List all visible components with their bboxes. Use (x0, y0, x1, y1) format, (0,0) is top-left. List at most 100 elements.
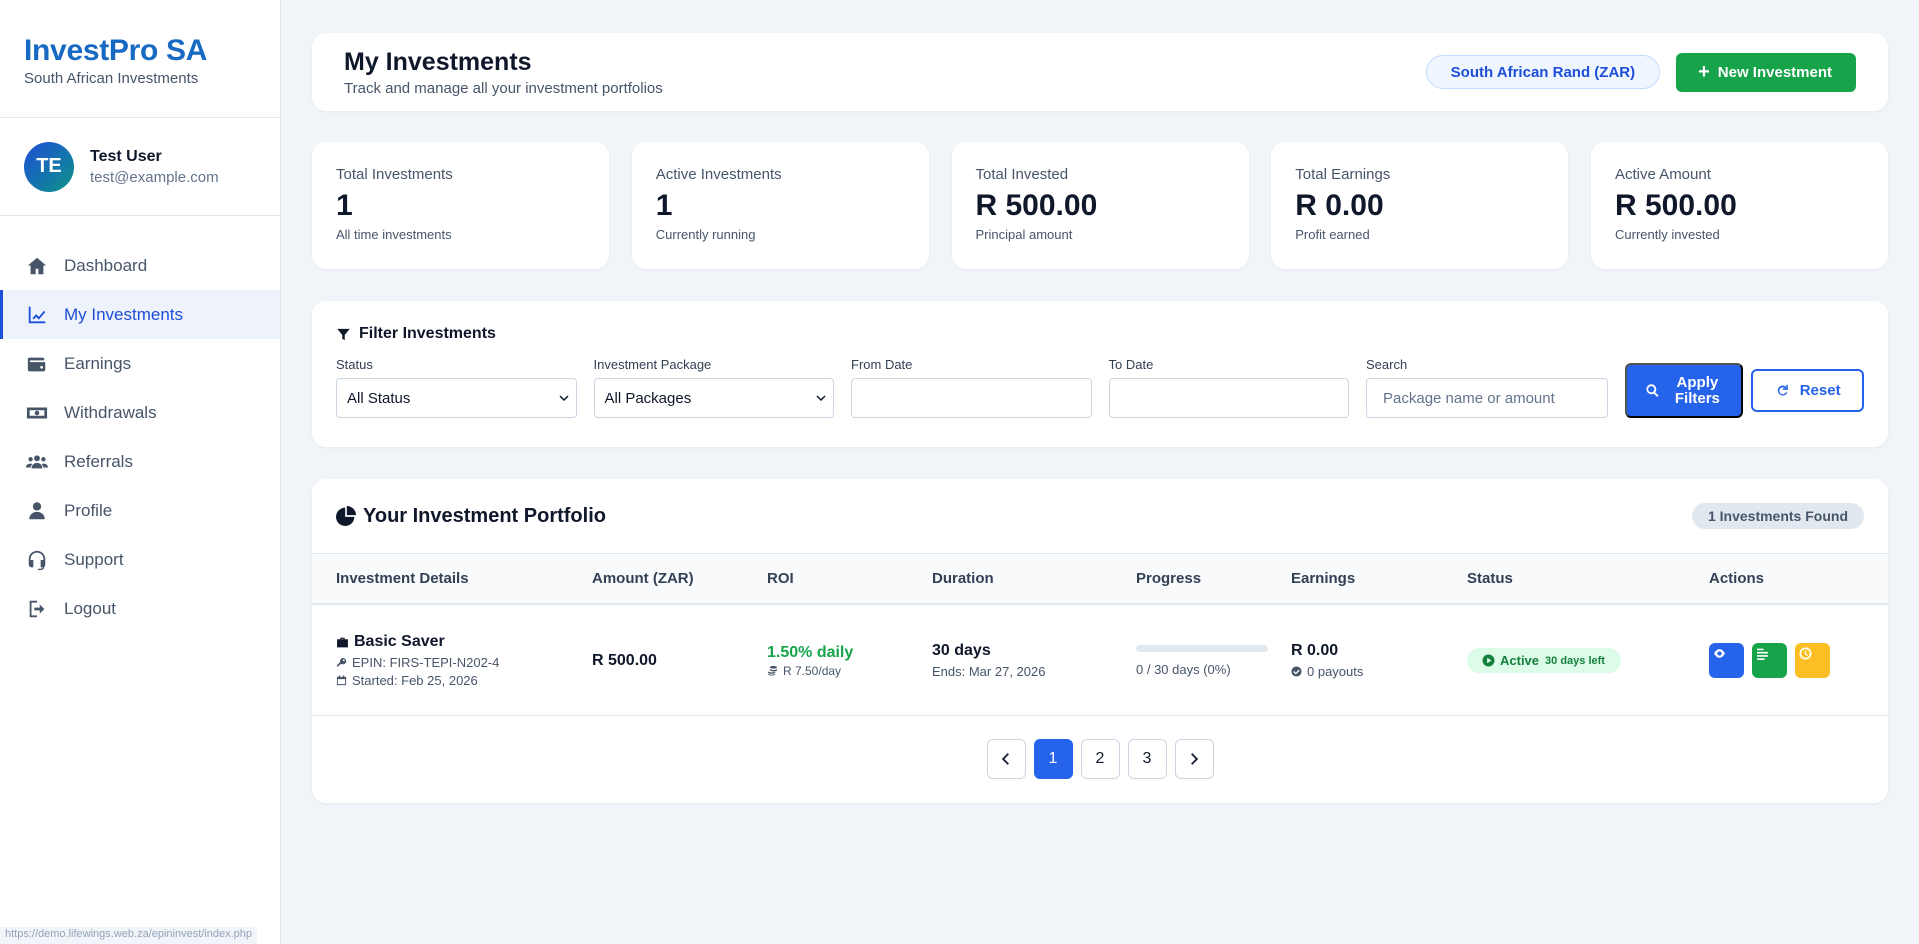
sidebar-item-label: Withdrawals (64, 402, 157, 422)
duration-ends: Ends: Mar 27, 2026 (932, 664, 1046, 679)
investment-name: Basic Saver (336, 633, 499, 651)
list-icon (1757, 648, 1768, 660)
currency-badge[interactable]: South African Rand (ZAR) (1425, 55, 1661, 89)
package-select-value: All Packages (604, 389, 692, 407)
stat-label: Total Invested (975, 166, 1069, 183)
column-header[interactable]: ROI (767, 570, 794, 587)
brand-title[interactable]: InvestPro SA (24, 34, 256, 68)
column-header[interactable]: Earnings (1291, 570, 1355, 587)
investment-name-label: Basic Saver (354, 633, 445, 650)
page-header: My Investments Track and manage all your… (312, 33, 1888, 111)
table-row: Basic Saver EPIN: FIRS-TEPI-N202-4 Start… (312, 605, 1888, 716)
roi-rate: 1.50% daily (767, 643, 854, 661)
status-select[interactable]: All Status (336, 378, 577, 418)
sidebar-nav: Dashboard My Investments Earnings Withdr… (0, 216, 280, 633)
user-box: TE Test User test@example.com (0, 118, 280, 216)
stat-card-active-investments: Active Investments 1 Currently running (631, 142, 929, 269)
eye-icon (1714, 649, 1725, 658)
search-input[interactable]: Package name or amount (1366, 378, 1608, 418)
page-heading: My Investments Track and manage all your… (344, 48, 663, 97)
epin-label: EPIN: FIRS-TEPI-N202-4 (352, 655, 500, 670)
sidebar-item-label: Logout (64, 598, 116, 618)
from-date-input[interactable] (851, 378, 1092, 418)
check-circle-icon (1291, 666, 1302, 677)
column-header[interactable]: Progress (1136, 570, 1201, 587)
to-date-label: To Date (1108, 357, 1154, 372)
days-left-label: 30 days left (1545, 654, 1605, 667)
stat-note: Principal amount (975, 227, 1073, 242)
search-field: Search Package name or amount (1366, 357, 1608, 418)
roi-daily-label: R 7.50/day (783, 663, 842, 678)
sidebar-item-support[interactable]: Support (0, 535, 280, 584)
filter-icon (337, 328, 350, 340)
sidebar-item-label: Referrals (64, 451, 133, 471)
history-button[interactable] (1795, 643, 1830, 678)
portfolio-title-label: Your Investment Portfolio (363, 504, 606, 527)
duration-cell: 30 days Ends: Mar 27, 2026 (932, 605, 1045, 716)
sidebar-item-label: Dashboard (64, 255, 148, 275)
new-investment-button[interactable]: + New Investment (1676, 52, 1856, 92)
row-actions (1709, 643, 1838, 678)
stat-note: Currently invested (1615, 227, 1720, 242)
chevron-down-icon (558, 395, 569, 402)
details-button[interactable] (1752, 643, 1787, 678)
sidebar-item-dashboard[interactable]: Dashboard (0, 241, 280, 290)
stat-value: R 0.00 (1295, 189, 1384, 222)
stat-label: Total Investments (336, 166, 453, 183)
investment-amount: R 500.00 (592, 651, 657, 669)
logout-icon (26, 598, 48, 620)
package-select[interactable]: All Packages (593, 378, 834, 418)
avatar[interactable]: TE (24, 141, 74, 192)
chevron-right-icon (1191, 753, 1199, 765)
page-title: My Investments (344, 47, 532, 76)
stat-note: Profit earned (1295, 227, 1370, 242)
investment-details-cell: Basic Saver EPIN: FIRS-TEPI-N202-4 Start… (336, 605, 499, 716)
column-header[interactable]: Status (1467, 570, 1513, 587)
sidebar-item-earnings[interactable]: Earnings (0, 339, 280, 388)
sidebar-item-my-investments[interactable]: My Investments (0, 290, 280, 339)
coins-icon (767, 665, 778, 676)
page-button-2[interactable]: 2 (1080, 739, 1120, 779)
status-badge: Active 30 days left (1467, 648, 1621, 673)
sidebar-item-logout[interactable]: Logout (0, 584, 280, 633)
from-date-label: From Date (851, 357, 913, 372)
stat-card-total-earnings: Total Earnings R 0.00 Profit earned (1271, 142, 1569, 269)
chevron-down-icon (816, 395, 826, 402)
results-count-badge: 1 Investments Found (1691, 503, 1864, 529)
chevron-left-icon (1001, 753, 1009, 765)
page-button-1[interactable]: 1 (1033, 739, 1073, 779)
next-page-button[interactable] (1174, 739, 1214, 779)
package-field: Investment Package All Packages (593, 357, 834, 418)
roi-cell: 1.50% daily R 7.50/day (767, 605, 853, 716)
column-header[interactable]: Investment Details (336, 570, 469, 587)
reset-button[interactable]: Reset (1751, 369, 1865, 412)
filter-title: Filter Investments (336, 325, 1864, 343)
user-info: Test User test@example.com (90, 148, 219, 186)
sidebar-item-referrals[interactable]: Referrals (0, 437, 280, 486)
stats-row: Total Investments 1 All time investments… (312, 142, 1888, 269)
chart-line-icon (26, 304, 48, 326)
key-icon (336, 657, 347, 667)
sidebar-item-withdrawals[interactable]: Withdrawals (0, 388, 280, 437)
sidebar-item-profile[interactable]: Profile (0, 486, 280, 535)
stat-card-total-investments: Total Investments 1 All time investments (312, 142, 609, 269)
stat-value: 1 (336, 189, 353, 222)
column-header[interactable]: Amount (ZAR) (592, 570, 694, 587)
column-header[interactable]: Actions (1709, 570, 1764, 587)
stat-value: R 500.00 (1615, 189, 1737, 222)
briefcase-icon (337, 637, 348, 647)
to-date-input[interactable] (1108, 378, 1349, 418)
apply-filters-label: Apply Filters (1674, 373, 1720, 407)
apply-filters-button[interactable]: Apply Filters (1624, 363, 1744, 418)
column-header[interactable]: Duration (932, 570, 994, 587)
table-header: Investment Details Amount (ZAR) ROI Dura… (312, 553, 1888, 605)
portfolio-panel: Your Investment Portfolio 1 Investments … (312, 479, 1888, 803)
view-button[interactable] (1709, 643, 1744, 678)
page-button-3[interactable]: 3 (1127, 739, 1167, 779)
page-subtitle: Track and manage all your investment por… (344, 79, 663, 97)
earnings-payouts: 0 payouts (1291, 664, 1363, 679)
status-url: https://demo.lifewings.web.za/epininvest… (0, 927, 258, 944)
investment-started: Started: Feb 25, 2026 (336, 673, 499, 688)
prev-page-button[interactable] (986, 739, 1026, 779)
sidebar-item-label: My Investments (64, 304, 184, 324)
